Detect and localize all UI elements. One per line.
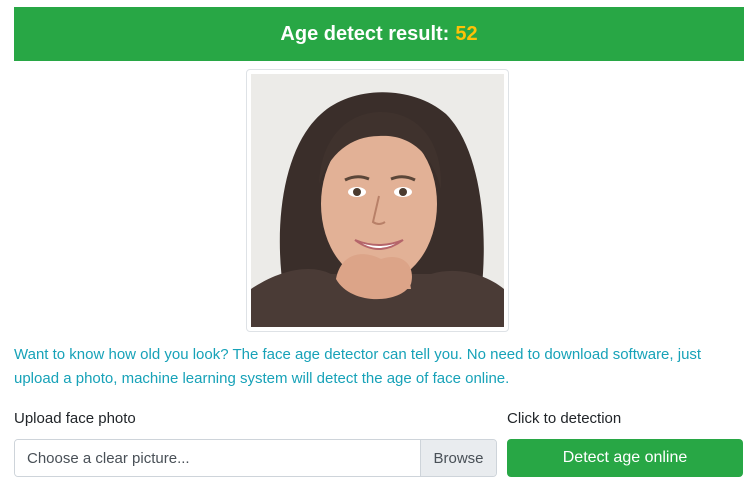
- result-label: Age detect result:: [280, 22, 450, 45]
- face-photo-image: [251, 74, 504, 327]
- result-banner: Age detect result: 52: [14, 7, 744, 61]
- face-photo: [246, 69, 509, 332]
- age-value: 52: [455, 22, 478, 45]
- detect-label: Click to detection: [507, 410, 622, 427]
- detect-age-button[interactable]: Detect age online: [507, 439, 743, 477]
- browse-button[interactable]: Browse: [420, 440, 496, 476]
- file-upload-group[interactable]: Choose a clear picture... Browse: [14, 439, 497, 477]
- upload-label: Upload face photo: [14, 410, 136, 427]
- page: Age detect result: 52 Want to know how o…: [0, 0, 752, 487]
- description-text: Want to know how old you look? The face …: [14, 346, 702, 387]
- file-input[interactable]: Choose a clear picture...: [15, 440, 420, 476]
